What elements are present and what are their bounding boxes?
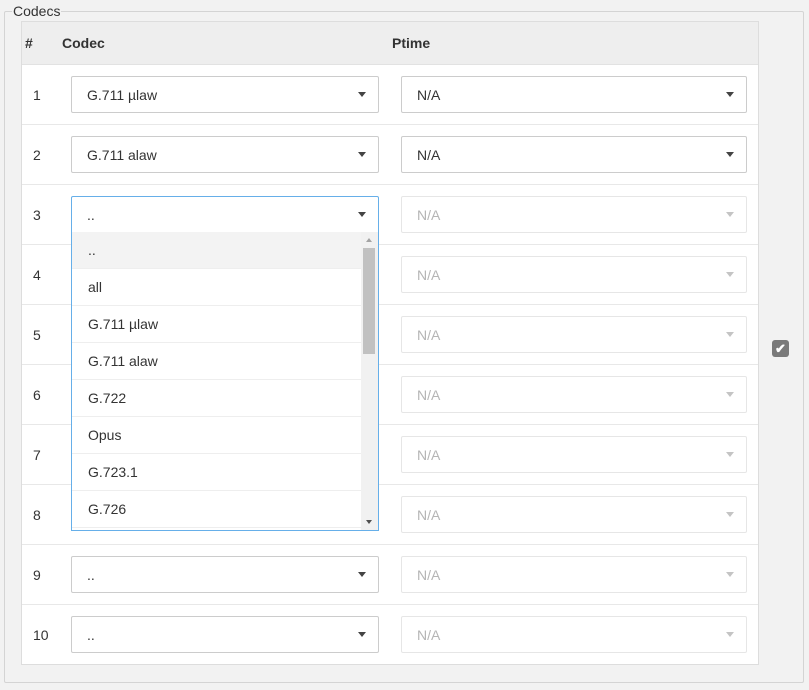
caret-down-icon xyxy=(726,212,734,217)
ptime-select-value: N/A xyxy=(417,627,441,643)
caret-down-icon xyxy=(726,272,734,277)
caret-down-icon xyxy=(726,452,734,457)
codec-select[interactable]: G.711 µlaw xyxy=(71,76,379,113)
ptime-select-value: N/A xyxy=(417,147,441,163)
caret-down-icon xyxy=(358,92,366,97)
row-number: 3 xyxy=(33,207,41,223)
dropdown-option[interactable]: G.722 xyxy=(72,380,362,417)
ptime-select-value: N/A xyxy=(417,567,441,583)
scroll-down-arrow-icon[interactable] xyxy=(366,520,372,524)
row-number: 5 xyxy=(33,327,41,343)
codec-select[interactable]: G.711 alaw xyxy=(71,136,379,173)
ptime-select-value: N/A xyxy=(417,507,441,523)
checkbox[interactable]: ✔ xyxy=(772,340,789,357)
row-number: 7 xyxy=(33,447,41,463)
codec-dropdown-list: .. all G.711 µlaw G.711 alaw G.722 Opus … xyxy=(71,232,379,531)
table-row: 2 G.711 alaw N/A xyxy=(22,125,758,185)
row-number: 2 xyxy=(33,147,41,163)
caret-down-icon xyxy=(358,572,366,577)
dropdown-scrollbar[interactable] xyxy=(361,232,378,530)
caret-down-icon xyxy=(358,212,366,217)
row-number: 4 xyxy=(33,267,41,283)
dropdown-option[interactable]: G.723.1 xyxy=(72,454,362,491)
dropdown-option[interactable]: all xyxy=(72,269,362,306)
ptime-select-disabled: N/A xyxy=(401,256,747,293)
ptime-select-disabled: N/A xyxy=(401,496,747,533)
caret-down-icon xyxy=(726,332,734,337)
ptime-select-disabled: N/A xyxy=(401,316,747,353)
ptime-select[interactable]: N/A xyxy=(401,76,747,113)
ptime-select-value: N/A xyxy=(417,267,441,283)
codec-select-value: G.711 alaw xyxy=(87,147,157,163)
caret-down-icon xyxy=(726,152,734,157)
ptime-select-disabled: N/A xyxy=(401,556,747,593)
codec-select-value: .. xyxy=(87,627,95,643)
ptime-select-disabled: N/A xyxy=(401,196,747,233)
caret-down-icon xyxy=(358,632,366,637)
codec-select-value: .. xyxy=(87,567,95,583)
codec-select-open[interactable]: .. xyxy=(71,196,379,233)
header-number: # xyxy=(25,35,33,51)
table-row: 1 G.711 µlaw N/A xyxy=(22,65,758,125)
ptime-select-value: N/A xyxy=(417,327,441,343)
caret-down-icon xyxy=(726,572,734,577)
fieldset-legend: Codecs xyxy=(12,3,62,19)
caret-down-icon xyxy=(726,392,734,397)
dropdown-option[interactable]: G.726 xyxy=(72,491,362,528)
dropdown-option[interactable]: G.711 µlaw xyxy=(72,306,362,343)
caret-down-icon xyxy=(726,632,734,637)
codec-select-value: .. xyxy=(87,207,95,223)
caret-down-icon xyxy=(358,152,366,157)
dropdown-option[interactable]: Opus xyxy=(72,417,362,454)
codec-select[interactable]: .. xyxy=(71,616,379,653)
table-row: 10 .. N/A xyxy=(22,605,758,665)
table-row: 9 .. N/A xyxy=(22,545,758,605)
caret-down-icon xyxy=(726,512,734,517)
ptime-select-value: N/A xyxy=(417,207,441,223)
header-ptime: Ptime xyxy=(392,35,431,51)
row-number: 1 xyxy=(33,87,41,103)
ptime-select-value: N/A xyxy=(417,387,441,403)
header-codec: Codec xyxy=(62,35,105,51)
check-icon: ✔ xyxy=(775,341,786,356)
ptime-select-disabled: N/A xyxy=(401,436,747,473)
row-number: 6 xyxy=(33,387,41,403)
ptime-select[interactable]: N/A xyxy=(401,136,747,173)
codec-select-value: G.711 µlaw xyxy=(87,87,158,103)
row-number: 9 xyxy=(33,567,41,583)
scroll-up-arrow-icon[interactable] xyxy=(366,238,372,242)
caret-down-icon xyxy=(726,92,734,97)
ptime-select-value: N/A xyxy=(417,87,441,103)
ptime-select-disabled: N/A xyxy=(401,376,747,413)
row-number: 10 xyxy=(33,627,49,643)
ptime-select-disabled: N/A xyxy=(401,616,747,653)
table-header: # Codec Ptime xyxy=(22,22,758,65)
dropdown-option[interactable]: G.711 alaw xyxy=(72,343,362,380)
ptime-select-value: N/A xyxy=(417,447,441,463)
dropdown-option[interactable]: .. xyxy=(72,232,362,269)
row-number: 8 xyxy=(33,507,41,523)
codec-select[interactable]: .. xyxy=(71,556,379,593)
scrollbar-thumb[interactable] xyxy=(363,248,375,354)
